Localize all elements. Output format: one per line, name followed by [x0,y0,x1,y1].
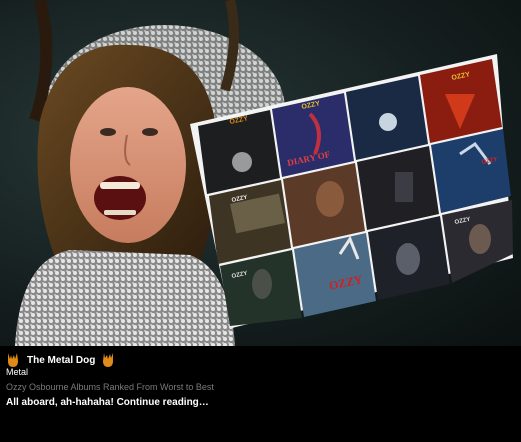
author-link[interactable]: The Metal Dog [27,355,95,366]
face-shape [70,87,186,243]
continue-reading-link[interactable]: All aboard, ah-hahaha! Continue reading… [6,397,209,408]
album-collage: OZZY OZZY DIARY OF OZZY OZZY OZZY OZZY O… [190,54,513,328]
featured-image[interactable]: OZZY OZZY DIARY OF OZZY OZZY OZZY OZZY O… [0,0,521,346]
article-title-link[interactable]: Ozzy Osbourne Albums Ranked From Worst t… [6,382,214,392]
post-category[interactable]: Metal [6,367,28,377]
devil-horns-icon [6,352,20,368]
album-cover-grid: OZZY OZZY DIARY OF OZZY OZZY OZZY OZZY O… [198,59,513,326]
post-meta: The Metal Dog Metal Ozzy Osbourne Albums… [0,346,521,442]
devil-horns-icon [101,352,115,368]
